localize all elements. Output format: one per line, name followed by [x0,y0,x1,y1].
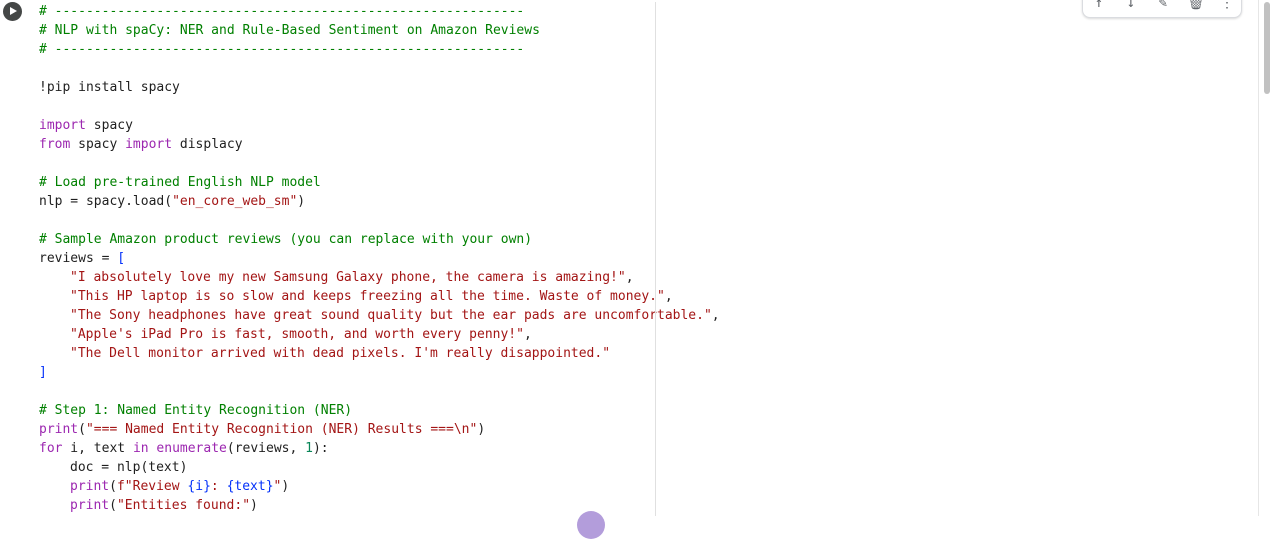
code-line: "I absolutely love my new Samsung Galaxy… [39,268,1274,287]
code-line: # Step 1: Named Entity Recognition (NER) [39,401,1274,420]
trash-icon[interactable]: 🗑 [1187,0,1205,11]
code-token: , [523,327,532,342]
code-token: i, text [62,441,133,456]
code-token: (reviews, [226,441,306,456]
code-token: ): [312,441,329,456]
code-token: for [39,441,63,456]
code-token: # Sample Amazon product reviews (you can… [39,232,533,247]
code-token: # --------------------------------------… [39,42,525,57]
code-token: ( [109,479,117,494]
code-token: "Apple's iPad Pro is fast, smooth, and w… [70,327,524,342]
code-line: # --------------------------------------… [39,40,1274,59]
code-token: "I absolutely love my new Samsung Galaxy… [70,270,626,285]
code-token: {i} [187,479,211,494]
code-line: for i, text in enumerate(reviews, 1): [39,439,1274,458]
code-token: : [210,479,227,494]
code-editor[interactable]: # --------------------------------------… [39,2,1274,516]
code-token: enumerate [156,441,227,456]
cell-toolbar: ↑ ↓ ✎ 🗑 ⋮ [1082,0,1242,18]
code-line: # NLP with spaCy: NER and Rule-Based Sen… [39,21,1274,40]
code-token: "The Sony headphones have great sound qu… [70,308,712,323]
code-line: # Load pre-trained English NLP model [39,173,1274,192]
more-vert-icon[interactable]: ⋮ [1219,0,1235,11]
code-token: # Load pre-trained English NLP model [39,175,321,190]
code-token: f"Review [116,479,188,494]
code-token: !pip install spacy [39,80,180,95]
code-token: , [625,270,634,285]
code-token: ) [297,194,306,209]
code-token: doc = nlp(text) [70,460,188,475]
code-line: "The Dell monitor arrived with dead pixe… [39,344,1274,363]
code-token: from [39,137,71,152]
code-line: print(f"Review {i}: {text}") [39,477,1274,496]
code-line: ] [39,363,1274,382]
code-token: ] [39,365,47,380]
code-token: ) [477,422,486,437]
code-token: "=== Named Entity Recognition (NER) Resu… [85,422,478,437]
code-token: # --------------------------------------… [39,4,525,19]
code-token: import [125,137,173,152]
code-token: [ [117,251,126,266]
code-line: from spacy import displacy [39,135,1274,154]
code-token: import [39,118,86,133]
code-token: "The Dell monitor arrived with dead pixe… [70,346,611,361]
code-token: # NLP with spaCy: NER and Rule-Based Sen… [39,23,540,38]
code-token: ) [281,479,290,494]
code-token: 1 [305,441,313,456]
scrollbar-thumb[interactable] [1264,2,1270,94]
code-line: "The Sony headphones have great sound qu… [39,306,1274,325]
code-token: in [132,441,149,456]
code-line: nlp = spacy.load("en_core_web_sm") [39,192,1274,211]
code-line: import spacy [39,116,1274,135]
code-token: nlp = spacy.load( [39,194,173,209]
code-token: # Step 1: Named Entity Recognition (NER) [39,403,353,418]
code-token: "Entities found:" [116,498,251,513]
code-token: ) [250,498,258,513]
code-token: {text} [226,479,274,494]
code-line: !pip install spacy [39,78,1274,97]
code-token: print [70,498,110,513]
code-line: "Apple's iPad Pro is fast, smooth, and w… [39,325,1274,344]
floating-avatar[interactable] [577,511,605,539]
code-token: print [70,479,110,494]
code-token: ( [78,422,86,437]
code-line: print("Entities found:") [39,496,1274,515]
code-line: reviews = [ [39,249,1274,268]
pencil-icon[interactable]: ✎ [1155,0,1171,11]
code-line: print("=== Named Entity Recognition (NER… [39,420,1274,439]
code-line: "This HP laptop is so slow and keeps fre… [39,287,1274,306]
column-ruler [655,2,656,516]
code-line: doc = nlp(text) [39,458,1274,477]
code-token: spacy [70,137,126,152]
code-token: "This HP laptop is so slow and keeps fre… [70,289,665,304]
code-token: , [711,308,720,323]
code-token: reviews = [39,251,118,266]
code-token: ( [109,498,117,513]
run-cell-button[interactable] [3,2,22,21]
code-token: displacy [172,137,243,152]
arrow-down-icon[interactable]: ↓ [1123,0,1139,11]
code-token: print [39,422,79,437]
code-line: # Sample Amazon product reviews (you can… [39,230,1274,249]
code-token: "en_core_web_sm" [172,194,298,209]
code-token: , [664,289,673,304]
code-token: spacy [85,118,133,133]
arrow-up-icon[interactable]: ↑ [1091,0,1107,11]
